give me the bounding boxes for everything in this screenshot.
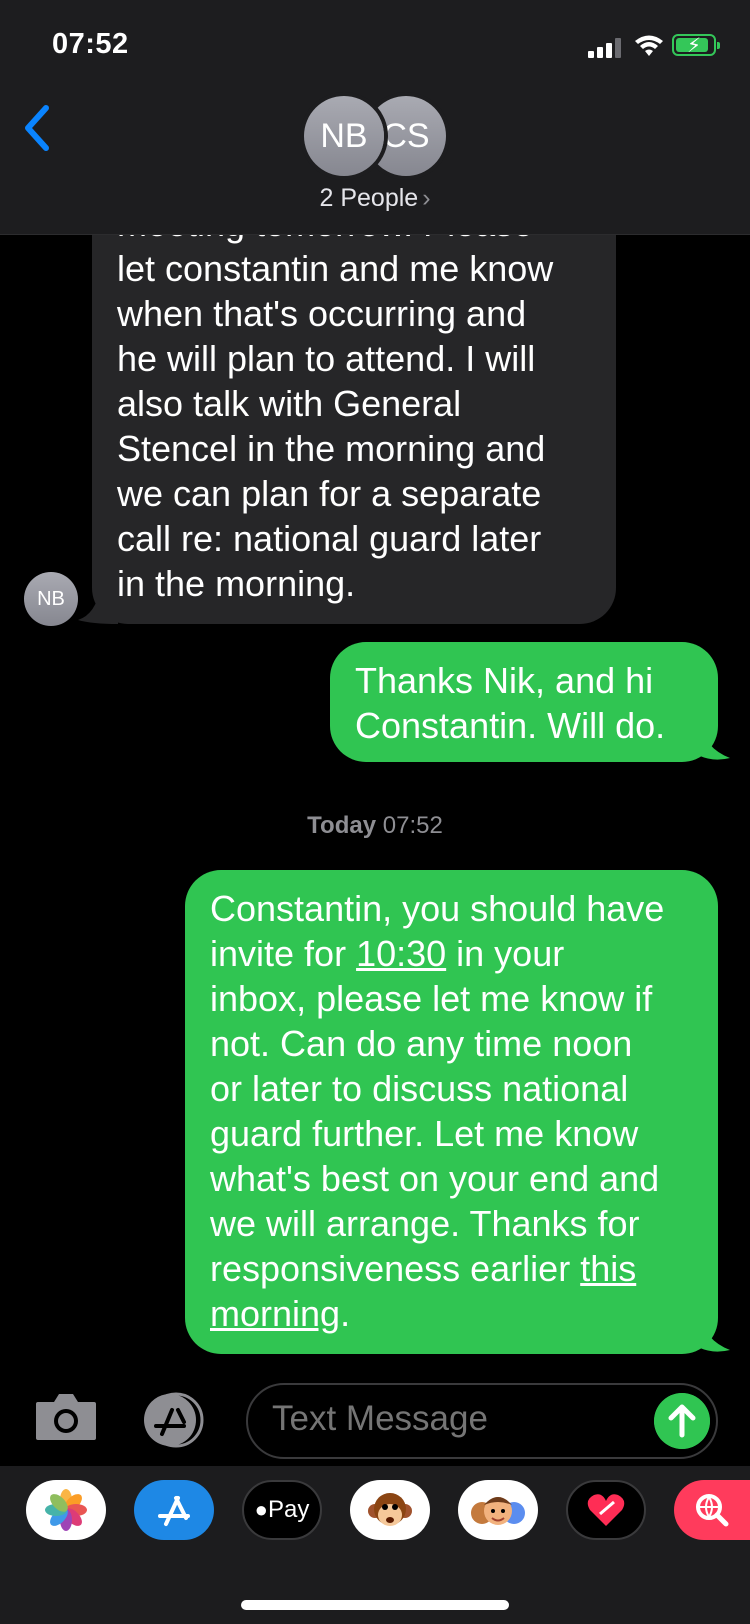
battery-icon: ⚡ [672,34,720,57]
message-line: not. Can do any time noon [210,1023,633,1064]
message-line: we can plan for a separate [117,473,542,514]
date-link[interactable]: this [580,1248,636,1289]
send-arrow-icon[interactable] [654,1393,710,1449]
message-line: Constantin, you should have [210,888,665,929]
message-line: call re: national guard later [117,518,542,559]
app-store-icon[interactable] [134,1480,214,1540]
people-count-label: 2 People [319,184,419,212]
message-line: let constantin and me know [117,248,554,289]
bubble-tail-icon [700,722,730,760]
message-input[interactable] [272,1397,632,1441]
avatar-nb[interactable]: NB [304,96,384,176]
chevron-right-icon: › [422,184,431,212]
message-line: invite for 10:30 in your [210,933,565,974]
app-store-drawer-icon[interactable] [140,1392,212,1448]
memoji-icon[interactable] [458,1480,538,1540]
message-line: when that's occurring and [117,293,527,334]
message-line: in the morning. [117,563,356,604]
message-line: or later to discuss national [210,1068,629,1109]
bubble-tail-icon [78,588,118,624]
message-line: what's best on your end and [210,1158,660,1199]
back-chevron-icon[interactable] [22,102,62,154]
time-link[interactable]: 10:30 [356,933,446,974]
conversation-timestamp: Today 07:52 [307,812,443,839]
message-line: responsiveness earlier this [210,1248,637,1289]
message-line: Stencel in the morning and [117,428,546,469]
group-details-link[interactable]: 2 People › [0,184,750,213]
sender-avatar-nb[interactable]: NB [24,572,78,626]
date-link[interactable]: morning [210,1293,340,1334]
camera-icon[interactable] [34,1392,98,1442]
outgoing-message-bubble[interactable]: Constantin, you should have invite for 1… [185,870,718,1354]
image-search-icon[interactable] [674,1480,750,1540]
cellular-signal-icon [588,36,624,58]
home-indicator[interactable] [241,1600,509,1610]
message-line: we will arrange. Thanks for [210,1203,640,1244]
animoji-monkey-icon[interactable] [350,1480,430,1540]
photos-icon[interactable] [26,1480,106,1540]
message-line: morning. [210,1293,351,1334]
message-line: Thanks Nik, and hi [355,660,654,701]
message-line: guard further. Let me know [210,1113,639,1154]
outgoing-message-bubble[interactable]: Thanks Nik, and hi Constantin. Will do. [330,642,718,762]
apple-pay-icon[interactable]: ● Pay [242,1480,322,1540]
incoming-message-bubble[interactable]: meeting tomorrow. Please let constantin … [92,180,616,624]
digital-touch-icon[interactable] [566,1480,646,1540]
message-line: inbox, please let me know if [210,978,653,1019]
message-line: Constantin. Will do. [355,705,666,746]
wifi-icon [635,35,663,56]
message-line: he will plan to attend. I will [117,338,536,379]
message-line: also talk with General [117,383,462,424]
bubble-tail-icon [700,1314,730,1352]
status-time: 07:52 [52,28,129,60]
